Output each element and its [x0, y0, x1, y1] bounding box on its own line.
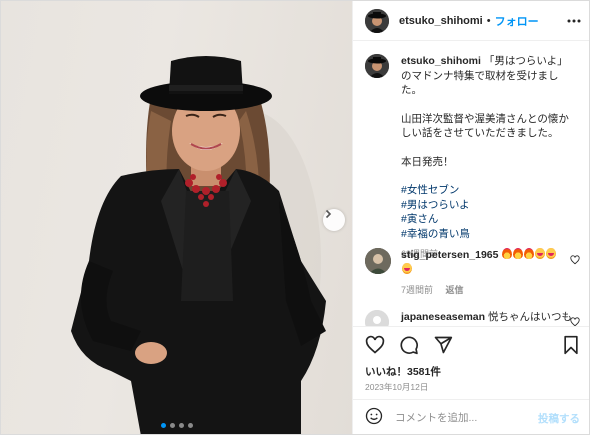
heart-icon — [570, 255, 580, 265]
hashtag-link[interactable]: #寅さん — [401, 212, 576, 227]
share-icon — [434, 336, 453, 354]
reply-button[interactable]: 返信 — [446, 285, 464, 295]
heart-icon — [365, 335, 385, 354]
separator-dot: • — [486, 14, 491, 27]
photo-illustration — [71, 56, 326, 434]
action-buttons — [365, 335, 453, 360]
comment-text: stig_petersen_1965 7週間前 返信 — [401, 248, 576, 298]
post-photo[interactable] — [1, 1, 352, 434]
hashtag-link[interactable]: #女性セブン — [401, 183, 576, 198]
avatar-image — [365, 310, 389, 326]
author-avatar[interactable] — [365, 8, 389, 33]
carousel-dot — [160, 423, 166, 428]
heart-icon — [570, 317, 580, 326]
save-button[interactable] — [562, 335, 580, 360]
avatar-image — [365, 54, 389, 78]
comment-text: japaneseaseman 悦ちゃんはいつも綺 — [401, 310, 576, 326]
post-comment-button[interactable]: 投稿する — [538, 411, 580, 426]
instagram-post-window: etsuko_shihomi • フォロー etsuko_shihomi 「男は… — [0, 0, 590, 435]
commenter-username[interactable]: japaneseaseman — [401, 311, 485, 323]
like-comment-button[interactable] — [570, 314, 580, 326]
like-count[interactable]: いいね！3581件 — [365, 364, 441, 379]
comment-composer: 投稿する — [353, 399, 589, 434]
emoji-picker-button[interactable] — [365, 407, 383, 430]
fire-emoji — [502, 248, 513, 259]
face-emoji — [546, 248, 557, 259]
comment-meta: 7週間前 返信 — [401, 283, 576, 298]
caption-text: etsuko_shihomi 「男はつらいよ」のマドンナ特集で取材を受けました。… — [401, 54, 576, 262]
comment-input[interactable] — [395, 412, 538, 424]
next-slide-button[interactable] — [323, 209, 345, 231]
carousel-dot — [169, 423, 175, 428]
bookmark-icon — [564, 335, 578, 355]
smile-icon — [365, 407, 383, 424]
carousel-dot — [187, 423, 193, 428]
face-emoji — [402, 262, 412, 274]
face-emoji — [535, 248, 546, 259]
like-button[interactable] — [365, 335, 385, 360]
commenter-avatar[interactable] — [365, 248, 391, 274]
comment-button[interactable] — [399, 335, 419, 360]
action-bar: いいね！3581件 2023年10月12日 — [353, 326, 589, 398]
caption-line: 本日発売！ — [401, 155, 454, 168]
more-options-button[interactable] — [566, 13, 582, 34]
hashtag-link[interactable]: #幸福の青い鳥 — [401, 227, 576, 242]
carousel-indicator — [1, 423, 352, 428]
caption-username[interactable]: etsuko_shihomi — [401, 55, 481, 67]
post-date: 2023年10月12日 — [365, 382, 429, 392]
comment-age: 7週間前 — [401, 285, 434, 295]
caption-line: 山田洋次監督や渥美清さんとの懐かしい話をさせていただきました。 — [401, 112, 569, 140]
carousel-dot — [178, 423, 184, 428]
commenter-username[interactable]: stig_petersen_1965 — [401, 249, 498, 261]
follow-button[interactable]: フォロー — [495, 13, 539, 29]
like-comment-button[interactable] — [570, 252, 580, 270]
comments-list[interactable]: etsuko_shihomi 「男はつらいよ」のマドンナ特集で取材を受けました。… — [353, 42, 589, 326]
hashtag-link[interactable]: #男はつらいよ — [401, 198, 576, 213]
post-details-panel: etsuko_shihomi • フォロー etsuko_shihomi 「男は… — [352, 1, 589, 434]
more-horizontal-icon — [567, 19, 581, 23]
fire-emoji — [524, 248, 535, 259]
share-button[interactable] — [433, 335, 453, 360]
commenter-avatar[interactable] — [365, 310, 389, 326]
next-arrow-icon — [325, 209, 332, 219]
avatar-image — [365, 248, 391, 274]
author-avatar[interactable] — [365, 54, 389, 78]
comment-icon — [400, 336, 418, 355]
avatar-image — [365, 8, 389, 33]
post-header: etsuko_shihomi • フォロー — [353, 1, 589, 41]
fire-emoji — [513, 248, 524, 259]
author-username[interactable]: etsuko_shihomi — [399, 15, 483, 27]
